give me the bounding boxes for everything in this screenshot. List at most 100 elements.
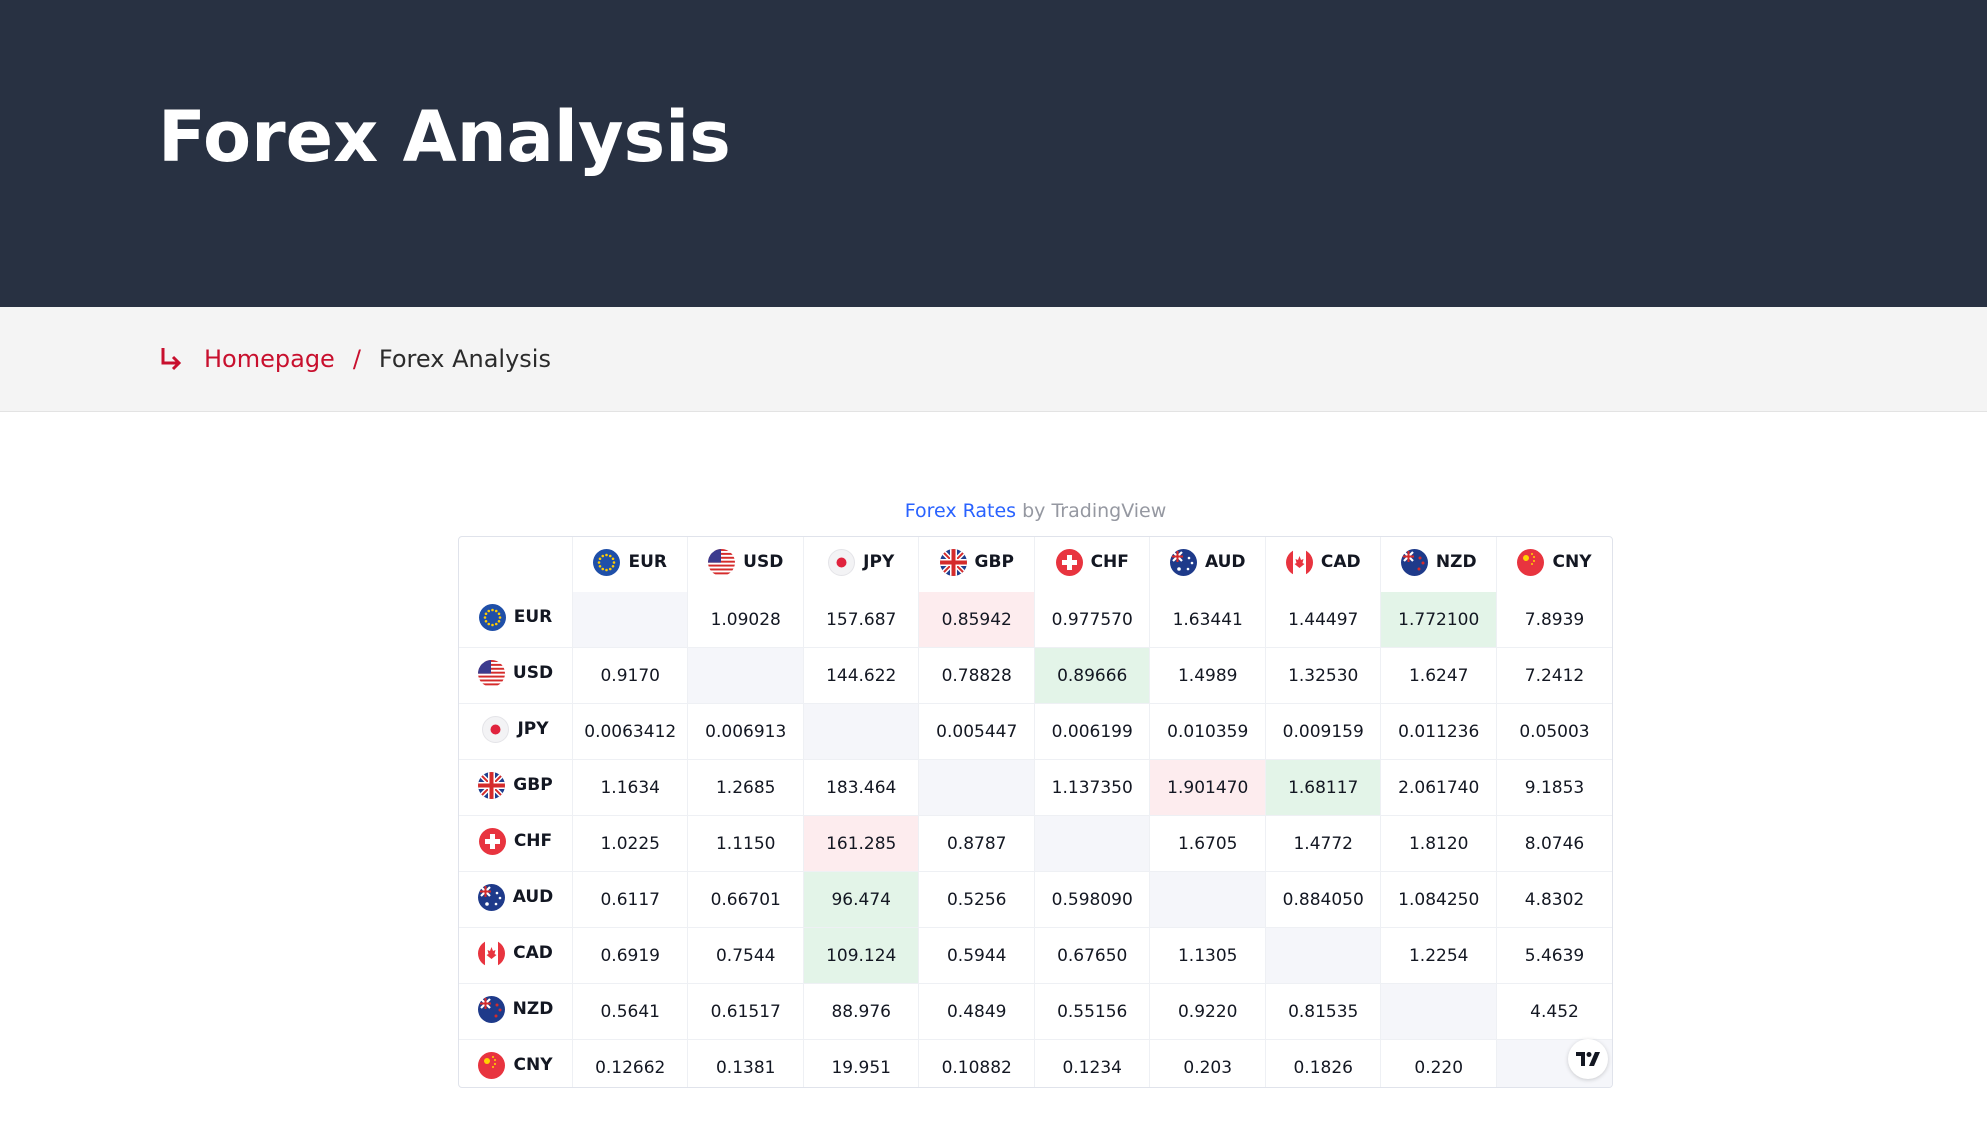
forex-rates-link[interactable]: Forex Rates [905,500,1016,522]
rate-cell[interactable]: 0.78828 [918,647,1035,704]
rate-cell[interactable]: 0.85942 [918,592,1035,648]
rate-cell[interactable]: 8.0746 [1495,815,1612,872]
rate-cell[interactable]: 1.901470 [1149,759,1266,816]
rate-cell[interactable]: 1.084250 [1380,871,1497,928]
row-header: AUD [459,871,573,928]
rate-cell[interactable]: 0.006913 [687,703,804,760]
rate-cell[interactable]: 1.32530 [1264,647,1381,704]
rate-cell[interactable]: 0.10882 [918,1039,1035,1087]
row-header-chf[interactable]: CHF [478,827,553,855]
rate-cell[interactable]: 19.951 [802,1039,919,1087]
rate-cell[interactable]: 1.137350 [1033,759,1150,816]
rate-cell[interactable]: 0.6117 [571,871,688,928]
rate-cell[interactable]: 0.55156 [1033,983,1150,1040]
row-header-cny[interactable]: CNY [478,1051,553,1079]
rate-cell[interactable]: 0.0063412 [571,703,688,760]
rate-cell[interactable]: 0.009159 [1264,703,1381,760]
column-header-cny[interactable]: CNY [1517,548,1592,576]
rate-cell[interactable]: 1.68117 [1264,759,1381,816]
rate-cell[interactable]: 1.44497 [1264,592,1381,648]
column-header-chf[interactable]: CHF [1055,548,1129,576]
column-header-cad[interactable]: CAD [1285,548,1361,576]
rate-cell[interactable]: 0.5944 [918,927,1035,984]
rate-cell[interactable]: 0.6919 [571,927,688,984]
rate-cell[interactable]: 1.63441 [1149,592,1266,648]
breadcrumb-home-link[interactable]: Homepage [204,345,335,373]
row-header-nzd[interactable]: NZD [477,995,553,1023]
column-header-jpy[interactable]: JPY [828,548,894,576]
rate-cell[interactable]: 0.12662 [571,1039,688,1087]
rate-cell[interactable]: 4.452 [1495,983,1612,1040]
row-header-gbp[interactable]: GBP [478,771,553,799]
column-header-usd[interactable]: USD [708,548,783,576]
rate-cell[interactable]: 0.9220 [1149,983,1266,1040]
rate-cell[interactable]: 1.8120 [1380,815,1497,872]
rate-cell[interactable]: 0.884050 [1264,871,1381,928]
rate-cell[interactable]: 157.687 [802,592,919,648]
tradingview-link[interactable]: TradingView [1051,500,1166,522]
rate-cell[interactable]: 0.8787 [918,815,1035,872]
rate-cell[interactable]: 2.061740 [1380,759,1497,816]
rate-cell[interactable]: 9.1853 [1495,759,1612,816]
row-header-cad[interactable]: CAD [478,939,553,967]
rate-cell[interactable]: 0.81535 [1264,983,1381,1040]
rate-cell[interactable]: 5.4639 [1495,927,1612,984]
rate-cell[interactable]: 0.5641 [571,983,688,1040]
rate-cell[interactable]: 0.1234 [1033,1039,1150,1087]
rate-cell[interactable]: 0.010359 [1149,703,1266,760]
rate-cell[interactable]: 1.6705 [1149,815,1266,872]
rate-cell[interactable]: 1.2254 [1380,927,1497,984]
column-header: NZD [1380,537,1497,592]
rate-cell[interactable]: 7.2412 [1495,647,1612,704]
rate-cell[interactable]: 1.0225 [571,815,688,872]
rate-cell[interactable]: 1.4989 [1149,647,1266,704]
rate-cell[interactable]: 0.598090 [1033,871,1150,928]
widget-title-by: by [1022,500,1046,522]
rate-cell[interactable]: 1.6247 [1380,647,1497,704]
rate-cell[interactable]: 88.976 [802,983,919,1040]
rate-cell[interactable]: 1.772100 [1380,592,1497,648]
rate-cell[interactable]: 1.09028 [687,592,804,648]
rate-cell[interactable]: 0.9170 [571,647,688,704]
rate-cell[interactable]: 0.66701 [687,871,804,928]
rate-cell[interactable]: 0.67650 [1033,927,1150,984]
rate-cell[interactable]: 183.464 [802,759,919,816]
rate-cell[interactable]: 0.61517 [687,983,804,1040]
rate-cell[interactable]: 0.1381 [687,1039,804,1087]
rate-cell[interactable]: 0.7544 [687,927,804,984]
column-header-eur[interactable]: EUR [593,548,667,576]
rate-cell[interactable]: 0.1826 [1264,1039,1381,1087]
rate-cell[interactable]: 0.203 [1149,1039,1266,1087]
rate-cell[interactable]: 1.2685 [687,759,804,816]
rate-cell[interactable]: 7.8939 [1495,592,1612,648]
rate-cell[interactable]: 109.124 [802,927,919,984]
rate-cell[interactable]: 0.05003 [1495,703,1612,760]
rate-cell[interactable]: 0.5256 [918,871,1035,928]
rate-cell[interactable]: 0.011236 [1380,703,1497,760]
row-header-eur[interactable]: EUR [478,603,552,631]
rate-cell[interactable]: 96.474 [802,871,919,928]
column-header-nzd[interactable]: NZD [1400,548,1477,576]
rate-cell[interactable]: 1.1305 [1149,927,1266,984]
currency-code: CAD [1320,552,1361,572]
rate-cell[interactable]: 0.89666 [1033,647,1150,704]
rate-cell[interactable]: 0.005447 [918,703,1035,760]
rate-cell[interactable]: 1.1150 [687,815,804,872]
row-header-jpy[interactable]: JPY [482,715,549,743]
tradingview-badge[interactable] [1568,1039,1608,1079]
currency-code: CHF [513,831,553,851]
rate-cell[interactable]: 161.285 [802,815,919,872]
rate-cell[interactable]: 0.4849 [918,983,1035,1040]
rate-cell[interactable]: 4.8302 [1495,871,1612,928]
rate-cell[interactable]: 144.622 [802,647,919,704]
rate-cell[interactable]: 1.1634 [571,759,688,816]
row-header-aud[interactable]: AUD [477,883,553,911]
currency-code: CNY [513,1055,553,1075]
rate-cell[interactable]: 0.977570 [1033,592,1150,648]
column-header-aud[interactable]: AUD [1169,548,1246,576]
rate-cell[interactable]: 0.220 [1380,1039,1497,1087]
row-header-usd[interactable]: USD [477,659,553,687]
rate-cell[interactable]: 1.4772 [1264,815,1381,872]
rate-cell[interactable]: 0.006199 [1033,703,1150,760]
column-header-gbp[interactable]: GBP [939,548,1014,576]
